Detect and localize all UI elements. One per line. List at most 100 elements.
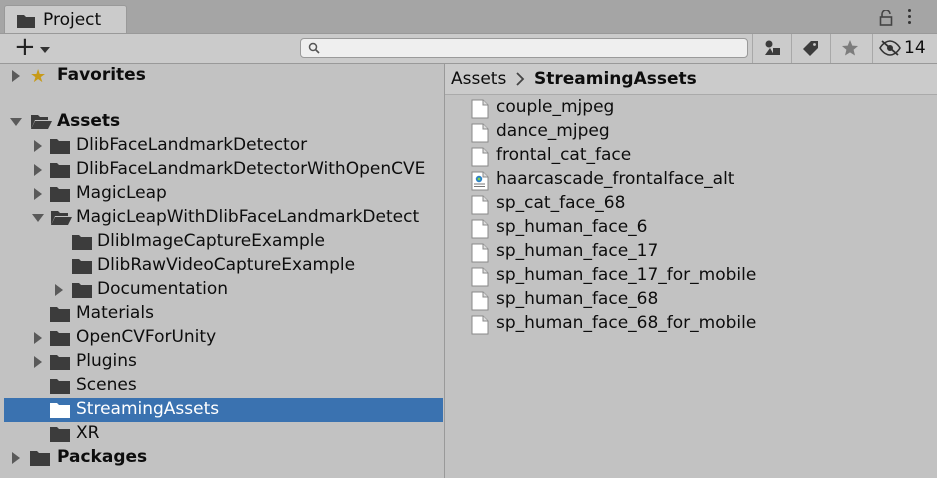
folder-icon	[50, 427, 70, 442]
file-name: sp_human_face_68_for_mobile	[496, 313, 757, 333]
file-item[interactable]: couple_mjpeg	[471, 96, 931, 120]
file-name: haarcascade_frontalface_alt	[496, 169, 735, 189]
tree-item-folder[interactable]: OpenCVForUnity	[4, 326, 443, 350]
file-item[interactable]: sp_cat_face_68	[471, 192, 931, 216]
tree-item-folder[interactable]: DlibImageCaptureExample	[4, 230, 443, 254]
folder-icon	[50, 331, 70, 346]
expand-arrow-icon[interactable]	[12, 70, 20, 82]
folder-icon	[17, 15, 35, 28]
file-name: dance_mjpeg	[496, 121, 610, 141]
tree-item-folder[interactable]: DlibFaceLandmarkDetector	[4, 134, 443, 158]
more-options-icon[interactable]	[908, 9, 911, 27]
tree-item-folder[interactable]: Scenes	[4, 374, 443, 398]
expand-arrow-icon[interactable]	[34, 356, 42, 368]
tree-item-folder[interactable]: MagicLeapWithDlibFaceLandmarkDetect	[4, 206, 443, 230]
filter-by-type-button[interactable]	[752, 34, 791, 63]
chevron-down-icon	[40, 47, 50, 53]
expand-arrow-icon[interactable]	[34, 140, 42, 152]
folder-icon	[50, 139, 70, 154]
expand-arrow-icon[interactable]	[34, 188, 42, 200]
file-item[interactable]: dance_mjpeg	[471, 120, 931, 144]
expand-arrow-icon[interactable]	[34, 164, 42, 176]
tab-project[interactable]: Project	[4, 5, 127, 33]
tree-item-folder[interactable]: DlibFaceLandmarkDetectorWithOpenCVE	[4, 158, 443, 182]
file-item[interactable]: sp_human_face_17	[471, 240, 931, 264]
tree-item-label: Plugins	[76, 351, 137, 371]
file-item[interactable]: sp_human_face_68_for_mobile	[471, 312, 931, 336]
search-input[interactable]	[325, 39, 744, 59]
file-item[interactable]: sp_human_face_6	[471, 216, 931, 240]
tree-item-label: DlibRawVideoCaptureExample	[97, 255, 356, 275]
breadcrumb: Assets StreamingAssets	[445, 64, 937, 95]
star-icon: ★	[30, 66, 47, 87]
tree-item-label: Assets	[57, 111, 121, 131]
folder-icon	[30, 451, 50, 466]
file-icon	[471, 315, 489, 335]
expand-arrow-icon[interactable]	[12, 452, 20, 464]
breadcrumb-current[interactable]: StreamingAssets	[534, 69, 697, 89]
lock-icon[interactable]	[879, 10, 893, 26]
create-button[interactable]: +	[8, 32, 56, 62]
tree-item-folder[interactable]: MagicLeap	[4, 182, 443, 206]
folder-icon	[72, 235, 92, 250]
tree-item-label: Packages	[57, 447, 148, 467]
collapse-arrow-icon[interactable]	[32, 214, 44, 222]
file-item[interactable]: haarcascade_frontalface_alt	[471, 168, 931, 192]
expand-arrow-icon[interactable]	[55, 284, 63, 296]
tree-item-folder[interactable]: DlibRawVideoCaptureExample	[4, 254, 443, 278]
hidden-count: 14	[904, 38, 926, 58]
file-icon	[471, 123, 489, 143]
file-item[interactable]: frontal_cat_face	[471, 144, 931, 168]
file-item[interactable]: sp_human_face_17_for_mobile	[471, 264, 931, 288]
tree-item-label: Scenes	[76, 375, 137, 395]
file-icon	[471, 243, 489, 263]
save-search-button[interactable]	[830, 34, 869, 63]
tree-item-label: DlibFaceLandmarkDetector	[76, 135, 308, 155]
tree-item-label: DlibFaceLandmarkDetectorWithOpenCVE	[76, 159, 426, 179]
tree-item-folder[interactable]: Documentation	[4, 278, 443, 302]
tag-icon	[803, 41, 818, 56]
search-field[interactable]	[300, 38, 748, 59]
tree-item-folder[interactable]: Materials	[4, 302, 443, 326]
file-name: frontal_cat_face	[496, 145, 632, 165]
tree-item-label: Materials	[76, 303, 154, 323]
tree-item-folder[interactable]: Plugins	[4, 350, 443, 374]
tree-item-label: DlibImageCaptureExample	[97, 231, 325, 251]
star-icon	[842, 40, 858, 56]
folder-icon	[50, 355, 70, 370]
search-icon	[308, 42, 320, 54]
tree-item-label: StreamingAssets	[76, 399, 220, 419]
filter-by-label-button[interactable]	[791, 34, 830, 63]
expand-arrow-icon[interactable]	[34, 332, 42, 344]
tab-title: Project	[43, 10, 102, 30]
folder-icon	[72, 283, 92, 298]
file-icon	[471, 147, 489, 167]
eye-slash-icon	[879, 40, 901, 56]
tree-item-label: MagicLeap	[76, 183, 167, 203]
file-item[interactable]: sp_human_face_68	[471, 288, 931, 312]
xml-file-icon	[471, 171, 489, 191]
tree-item-label: OpenCVForUnity	[76, 327, 217, 347]
tree-item-assets[interactable]: Assets	[4, 110, 443, 134]
file-name: sp_human_face_68	[496, 289, 659, 309]
file-icon	[471, 267, 489, 287]
toolbar: + 14	[0, 32, 937, 64]
breadcrumb-assets[interactable]: Assets	[451, 69, 506, 89]
tree-item-label: XR	[76, 423, 100, 443]
tree-item-folder-selected[interactable]: StreamingAssets	[4, 398, 443, 422]
folder-icon	[50, 307, 70, 322]
tree-item-label: MagicLeapWithDlibFaceLandmarkDetect	[76, 207, 420, 227]
file-name: sp_human_face_17_for_mobile	[496, 265, 757, 285]
tree-item-folder[interactable]: XR	[4, 422, 443, 446]
folder-open-icon	[51, 211, 72, 225]
folder-contents: Assets StreamingAssets couple_mjpeg danc…	[445, 64, 937, 478]
folder-icon	[50, 187, 70, 202]
file-name: sp_human_face_17	[496, 241, 659, 261]
collapse-arrow-icon[interactable]	[10, 118, 22, 126]
tree-item-label: Documentation	[97, 279, 229, 299]
file-name: couple_mjpeg	[496, 97, 615, 117]
tree-item-favorites[interactable]: ★ Favorites	[4, 64, 443, 88]
hidden-packages-toggle[interactable]: 14	[872, 34, 937, 63]
tree-item-packages[interactable]: Packages	[4, 446, 443, 470]
file-icon	[471, 219, 489, 239]
